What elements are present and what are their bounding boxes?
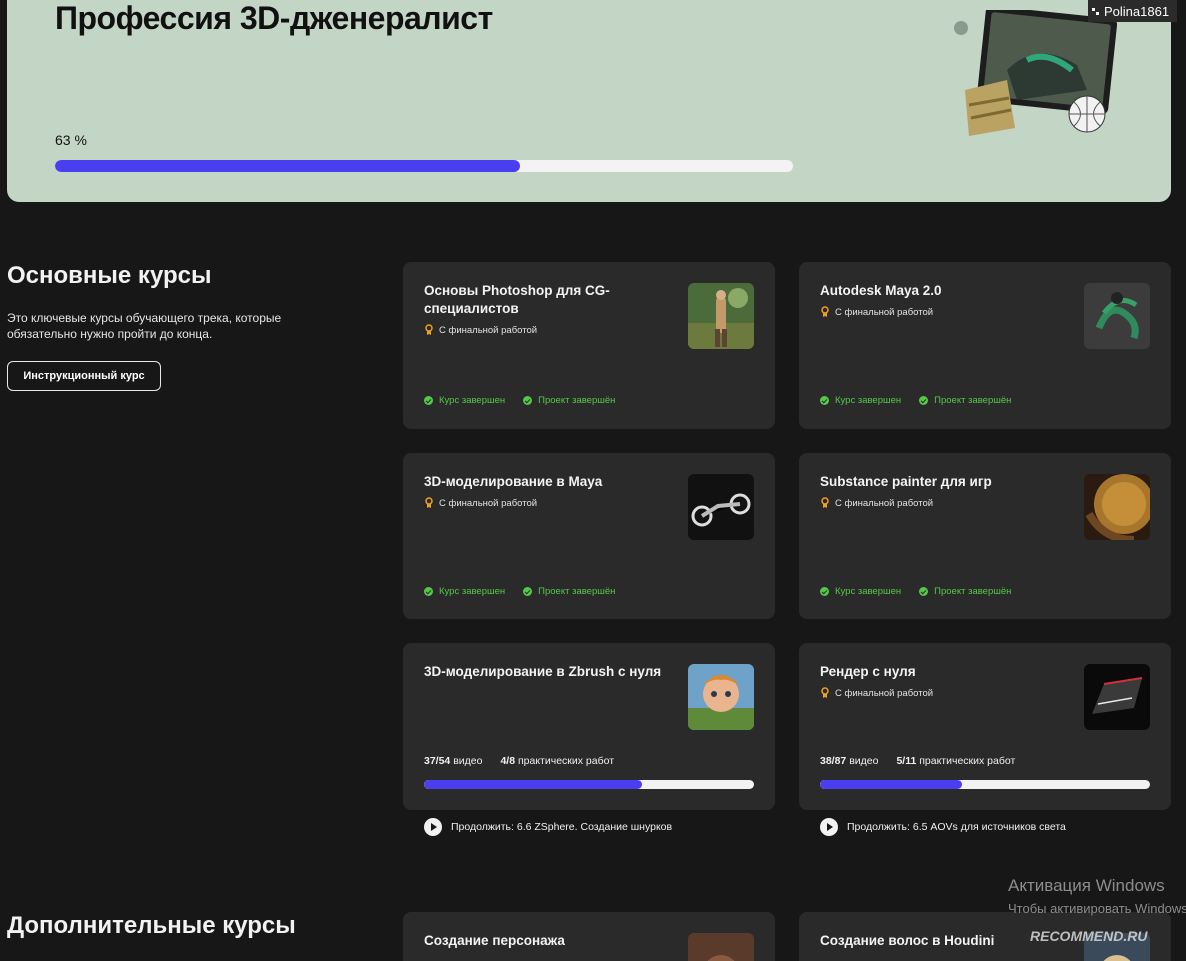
course-status: Курс завершен Проект завершён xyxy=(424,395,633,406)
instruction-course-button[interactable]: Инструкционный курс xyxy=(7,361,161,391)
check-icon xyxy=(424,396,433,405)
recommend-watermark: RECOMMEND.RU xyxy=(1030,928,1148,944)
course-status: Курс завершен Проект завершён xyxy=(820,395,1029,406)
user-icon xyxy=(1092,8,1099,15)
final-work-tag: С финальной работой xyxy=(424,497,537,509)
hero-illustration xyxy=(954,10,1117,136)
course-title: Создание волос в Houdini xyxy=(820,933,995,948)
continue-lesson-link[interactable]: Продолжить: 6.6 ZSphere. Создание шнурко… xyxy=(424,818,672,836)
course-title: Substance painter для игр xyxy=(820,474,992,489)
course-progress-fill xyxy=(820,780,962,789)
extra-courses-title: Дополнительные курсы xyxy=(7,912,296,939)
profession-progress-fill xyxy=(55,160,520,172)
course-card-render[interactable]: Рендер с нуля С финальной работой 38/87 … xyxy=(799,643,1171,810)
profession-progress-bar xyxy=(55,160,793,172)
profession-progress-label: 63 % xyxy=(55,132,87,148)
course-card-maya-modeling[interactable]: 3D-моделирование в Maya С финальной рабо… xyxy=(403,453,775,619)
windows-activation-title: Активация Windows xyxy=(1008,876,1165,895)
course-thumbnail xyxy=(1084,474,1150,540)
course-title: 3D-моделирование в Zbrush с нуля xyxy=(424,664,662,679)
medal-icon xyxy=(425,497,433,508)
play-icon xyxy=(424,818,442,836)
check-icon xyxy=(919,587,929,596)
windows-activation-text: Чтобы активировать Windows xyxy=(1008,901,1186,916)
course-thumbnail xyxy=(688,283,754,349)
medal-icon xyxy=(425,324,433,335)
final-work-tag: С финальной работой xyxy=(424,324,537,336)
profession-hero-card[interactable]: Профессия 3D-дженералист 63 % xyxy=(7,0,1171,202)
username: Polina1861 xyxy=(1104,3,1170,19)
course-title: Autodesk Maya 2.0 xyxy=(820,283,942,298)
profession-title: Профессия 3D-дженералист xyxy=(55,0,493,36)
course-thumbnail xyxy=(688,474,754,540)
course-thumbnail xyxy=(688,933,754,961)
medal-icon xyxy=(821,306,829,317)
course-thumbnail xyxy=(1084,664,1150,730)
course-progress-bar xyxy=(424,780,754,789)
course-card-substance[interactable]: Substance painter для игр С финальной ра… xyxy=(799,453,1171,619)
course-status: Курс завершен Проект завершён xyxy=(820,586,1029,597)
course-title: Основы Photoshop для CG-специалистов xyxy=(424,283,610,316)
final-work-tag: С финальной работой xyxy=(820,687,933,699)
medal-icon xyxy=(821,687,829,698)
course-progress-fill xyxy=(424,780,642,789)
main-courses-title: Основные курсы xyxy=(7,262,212,289)
course-stats: 38/87 видео 5/11 практических работ xyxy=(820,755,1016,767)
course-thumbnail xyxy=(688,664,754,730)
continue-lesson-link[interactable]: Продолжить: 6.5 AOVs для источников свет… xyxy=(820,818,1066,836)
final-work-tag: С финальной работой xyxy=(820,306,933,318)
check-icon xyxy=(523,587,533,596)
check-icon xyxy=(424,587,433,596)
course-stats: 37/54 видео 4/8 практических работ xyxy=(424,755,615,767)
course-card-photoshop[interactable]: Основы Photoshop для CG-специалистов С ф… xyxy=(403,262,775,429)
course-title: 3D-моделирование в Maya xyxy=(424,474,603,489)
course-title: Рендер с нуля xyxy=(820,664,916,679)
user-badge[interactable]: Polina1861 xyxy=(1088,0,1178,22)
course-card-zbrush[interactable]: 3D-моделирование в Zbrush с нуля 37/54 в… xyxy=(403,643,775,810)
play-icon xyxy=(820,818,838,836)
course-thumbnail xyxy=(1084,283,1150,349)
course-progress-bar xyxy=(820,780,1150,789)
check-icon xyxy=(919,396,929,405)
medal-icon xyxy=(821,497,829,508)
course-card-maya-2[interactable]: Autodesk Maya 2.0 С финальной работой Ку… xyxy=(799,262,1171,429)
final-work-tag: С финальной работой xyxy=(820,497,933,509)
check-icon xyxy=(820,587,829,596)
course-status: Курс завершен Проект завершён xyxy=(424,586,633,597)
course-title: Создание персонажа xyxy=(424,933,565,948)
check-icon xyxy=(523,396,533,405)
main-courses-description: Это ключевые курсы обучающего трека, кот… xyxy=(7,311,282,341)
course-card-character[interactable]: Создание персонажа xyxy=(403,912,775,961)
check-icon xyxy=(820,396,829,405)
